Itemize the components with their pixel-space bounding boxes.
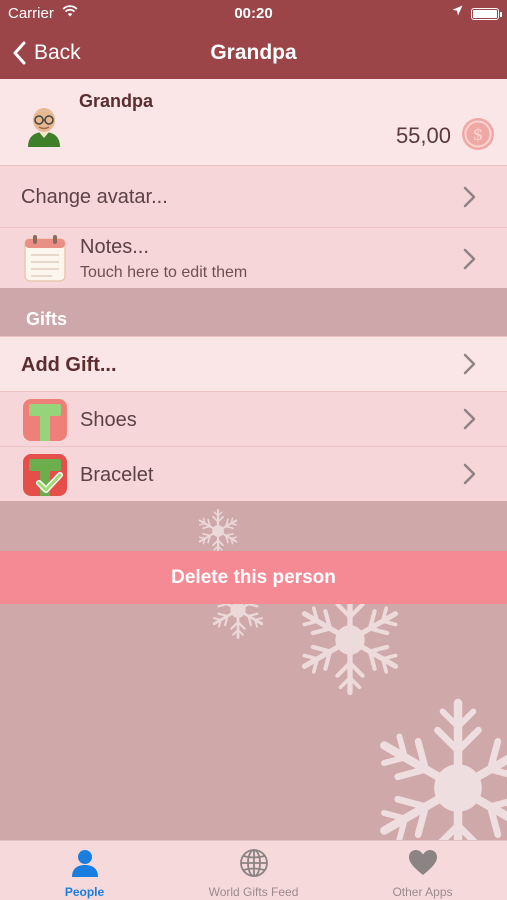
person-icon [72, 850, 98, 877]
globe-icon [240, 849, 268, 877]
tab-label: People [64, 885, 105, 899]
clock: 00:20 [234, 5, 273, 22]
add-gift-label: Add Gift... [21, 354, 117, 376]
tab-label: Other Apps [392, 885, 453, 899]
chevron-right-icon [463, 248, 476, 270]
tab-bar: People World Gifts Feed Other Apps [0, 840, 507, 900]
dollar-coin-icon: $ [462, 118, 494, 150]
chevron-right-icon [463, 408, 476, 430]
gift-row[interactable]: Shoes [0, 391, 507, 446]
location-arrow-icon [452, 5, 463, 16]
change-avatar-label: Change avatar... [21, 186, 168, 208]
heart-icon [409, 850, 437, 875]
gift-label: Shoes [80, 409, 137, 431]
svg-text:$: $ [473, 125, 484, 145]
gifts-section-header: Gifts [0, 288, 507, 336]
gift-budget-amount: 55,00 [395, 123, 451, 148]
gift-label: Bracelet [80, 464, 154, 486]
tab-world-gifts-feed[interactable]: World Gifts Feed [169, 841, 338, 900]
gift-box-checked-icon [23, 454, 67, 496]
page-title: Grandpa [210, 41, 297, 64]
chevron-right-icon [463, 186, 476, 208]
chevron-right-icon [463, 463, 476, 485]
status-bar: Carrier 00:20 [0, 0, 507, 28]
tab-other-apps[interactable]: Other Apps [338, 841, 507, 900]
delete-person-button[interactable]: Delete this person [0, 551, 507, 604]
grandpa-avatar-icon [28, 108, 60, 147]
navigation-bar: Back Grandpa [0, 28, 507, 79]
add-gift-row[interactable]: Add Gift... [0, 336, 507, 391]
notepad-icon [24, 235, 66, 282]
tab-label: World Gifts Feed [208, 885, 299, 899]
change-avatar-row[interactable]: Change avatar... [0, 165, 507, 227]
gift-row[interactable]: Bracelet [0, 446, 507, 501]
battery-icon [471, 8, 502, 20]
gifts-header-label: Gifts [26, 309, 68, 329]
chevron-right-icon [463, 353, 476, 375]
notes-title: Notes... [80, 236, 149, 258]
person-header: Grandpa 55,00 $ [0, 79, 507, 165]
person-name: Grandpa [79, 91, 154, 111]
notes-row[interactable]: Notes... Touch here to edit them [0, 227, 507, 288]
tab-people[interactable]: People [0, 841, 169, 900]
gift-box-icon [23, 399, 67, 441]
notes-subtitle: Touch here to edit them [80, 264, 248, 281]
